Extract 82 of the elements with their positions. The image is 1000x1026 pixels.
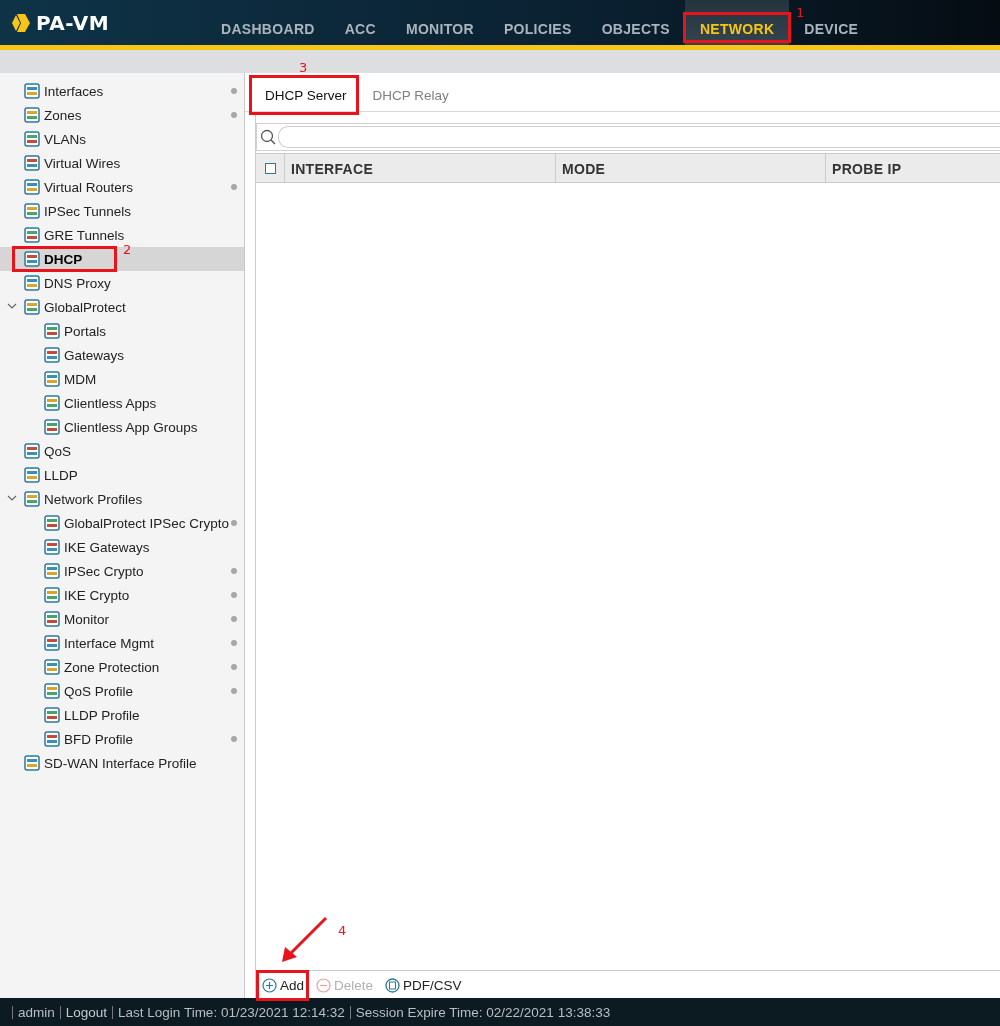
network-object-icon <box>44 563 60 579</box>
tree-item[interactable]: DNS Proxy <box>0 271 244 295</box>
network-object-icon <box>44 323 60 339</box>
search-field[interactable] <box>278 126 1000 148</box>
tree-item[interactable]: Portals <box>0 319 244 343</box>
tree-item[interactable]: LLDP Profile <box>0 703 244 727</box>
tree-item[interactable]: Interface Mgmt <box>0 631 244 655</box>
network-object-icon <box>44 539 60 555</box>
tree-item[interactable]: BFD Profile <box>0 727 244 751</box>
network-object-icon <box>24 179 40 195</box>
tree-item[interactable]: IPSec Tunnels <box>0 199 244 223</box>
annotation-number: 1 <box>796 6 805 20</box>
plus-icon <box>262 978 277 993</box>
tree-item[interactable]: Clientless App Groups <box>0 415 244 439</box>
network-object-icon <box>24 275 40 291</box>
export-button[interactable]: PDF/CSV <box>381 974 466 998</box>
nav-tab[interactable]: ACC <box>329 0 391 45</box>
logo-icon <box>12 14 30 32</box>
network-object-icon <box>24 755 40 771</box>
tree-item[interactable]: IKE Crypto <box>0 583 244 607</box>
network-object-icon <box>24 83 40 99</box>
annotation-number: 4 <box>338 924 347 938</box>
tree-item[interactable]: Interfaces <box>0 79 244 103</box>
tree-item[interactable]: GlobalProtect <box>0 295 244 319</box>
annotation-number: 3 <box>299 61 308 75</box>
network-object-icon <box>44 707 60 723</box>
nav-tab[interactable]: OBJECTS <box>586 0 685 45</box>
network-object-icon <box>44 395 60 411</box>
network-object-icon <box>44 683 60 699</box>
tree-item[interactable]: MDM <box>0 367 244 391</box>
tree-item[interactable]: IKE Gateways <box>0 535 244 559</box>
tree-item[interactable]: IPSec Crypto <box>0 559 244 583</box>
tree-item[interactable]: Virtual Wires <box>0 151 244 175</box>
tree-item[interactable]: Monitor <box>0 607 244 631</box>
add-button[interactable]: Add <box>258 974 309 998</box>
network-object-icon <box>44 419 60 435</box>
tree-item[interactable]: LLDP <box>0 463 244 487</box>
network-object-icon <box>24 299 40 315</box>
tree-item[interactable]: Zone Protection <box>0 655 244 679</box>
tree-item[interactable]: QoS Profile <box>0 679 244 703</box>
network-object-icon <box>24 131 40 147</box>
column-header[interactable]: INTERFACE <box>285 154 556 182</box>
last-login-time: Last Login Time: 01/23/2021 12:14:32 <box>112 1005 350 1019</box>
tree-item[interactable]: Clientless Apps <box>0 391 244 415</box>
tree-item[interactable]: VLANs <box>0 127 244 151</box>
network-object-icon <box>24 251 40 267</box>
nav-tab[interactable]: POLICIES <box>488 0 587 45</box>
network-object-icon <box>24 203 40 219</box>
tree-item[interactable]: SD-WAN Interface Profile <box>0 751 244 775</box>
tree-item[interactable]: Network Profiles <box>0 487 244 511</box>
search-icon <box>260 129 276 145</box>
column-header[interactable]: PROBE IP <box>826 154 1000 182</box>
column-header[interactable]: MODE <box>556 154 826 182</box>
network-object-icon <box>44 347 60 363</box>
network-object-icon <box>24 155 40 171</box>
network-object-icon <box>44 371 60 387</box>
network-object-icon <box>24 467 40 483</box>
logout-link[interactable]: Logout <box>59 1005 113 1019</box>
network-object-icon <box>24 443 40 459</box>
tree-item[interactable]: QoS <box>0 439 244 463</box>
tree-item[interactable]: Virtual Routers <box>0 175 244 199</box>
annotation-box <box>256 970 310 1001</box>
network-object-icon <box>24 107 40 123</box>
product-name: PA-VM <box>36 11 110 35</box>
network-object-icon <box>44 731 60 747</box>
tree-item[interactable]: Gateways <box>0 343 244 367</box>
network-object-icon <box>44 659 60 675</box>
minus-icon <box>316 978 332 993</box>
network-object-icon <box>24 227 40 243</box>
nav-tab[interactable]: DASHBOARD <box>206 0 330 45</box>
select-all-checkbox[interactable] <box>264 162 276 174</box>
network-object-icon <box>44 587 60 603</box>
username: admin <box>12 1005 60 1019</box>
tree-item[interactable]: GlobalProtect IPSec Crypto <box>0 511 244 535</box>
network-object-icon <box>44 635 60 651</box>
network-object-icon <box>24 491 40 507</box>
tree-item[interactable]: Zones <box>0 103 244 127</box>
network-object-icon <box>44 515 60 531</box>
network-object-icon <box>44 611 60 627</box>
document-icon <box>385 978 401 993</box>
session-expire-time: Session Expire Time: 02/22/2021 13:38:33 <box>349 1005 616 1019</box>
nav-tab[interactable]: MONITOR <box>390 0 489 45</box>
